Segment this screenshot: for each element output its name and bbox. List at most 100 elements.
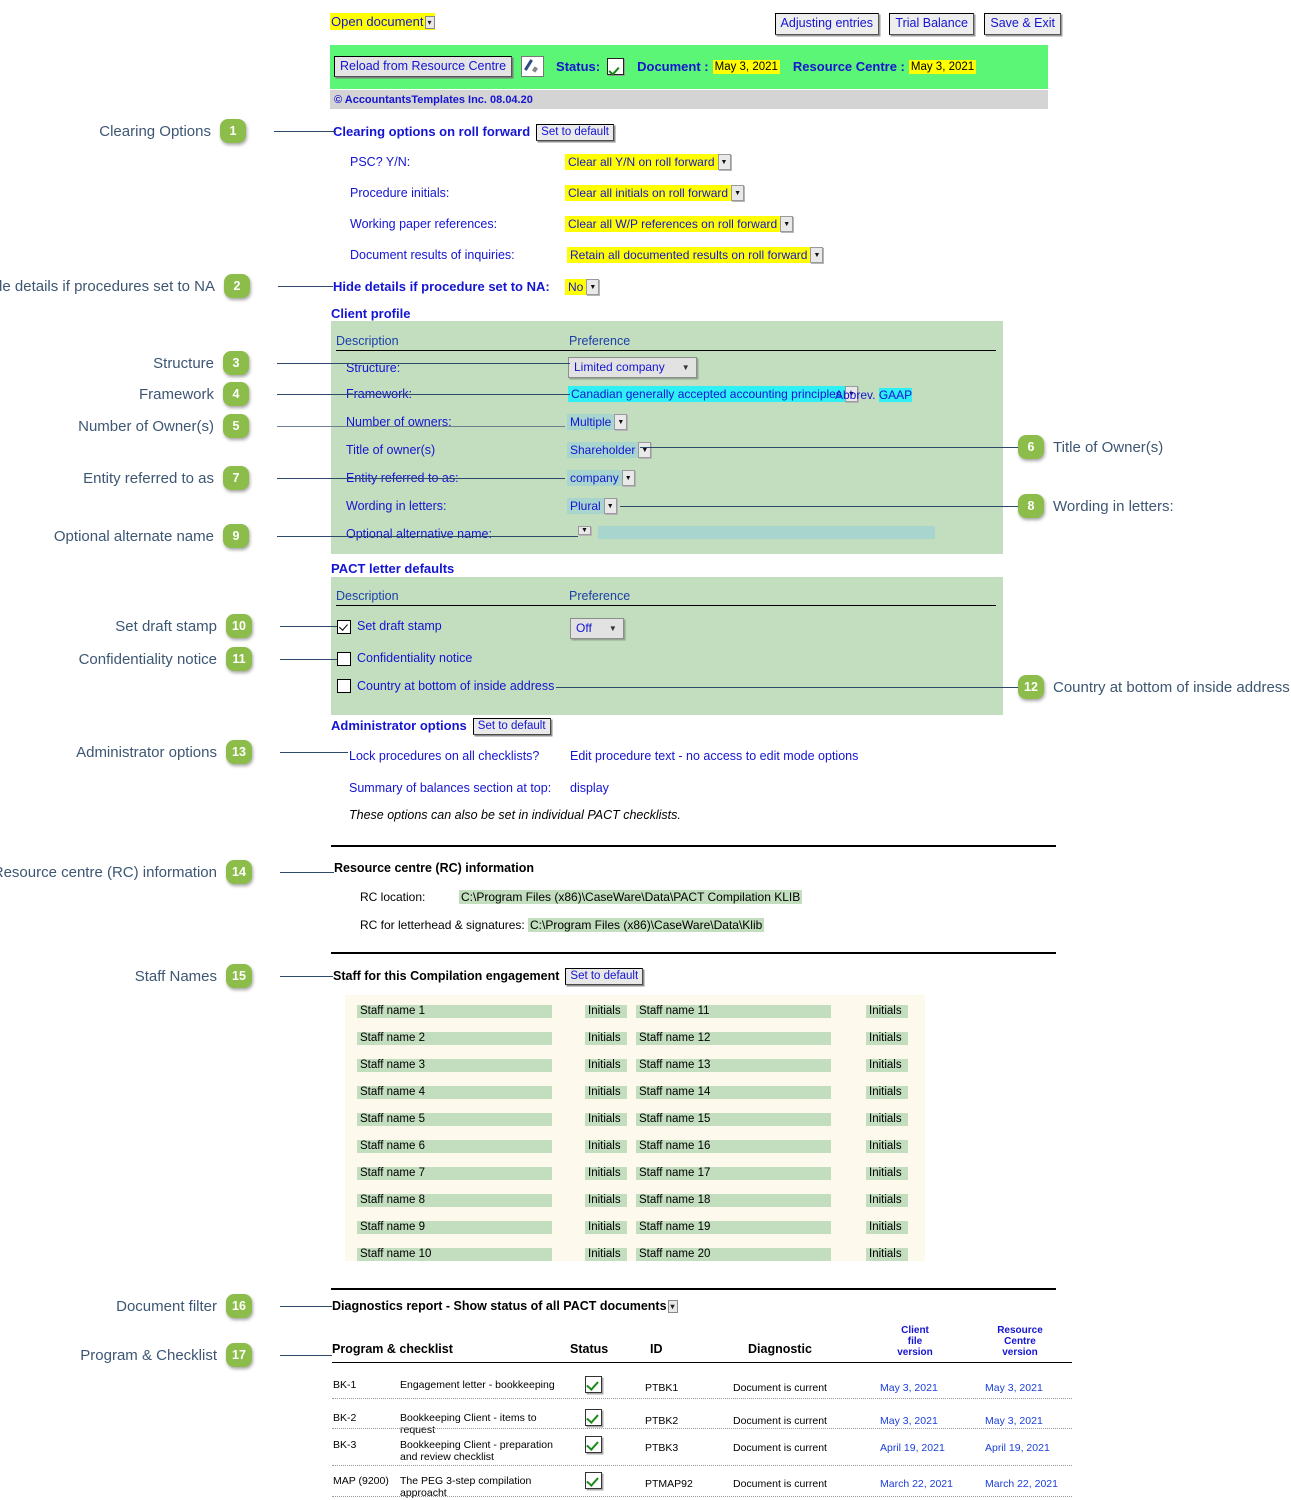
chevron-down-icon[interactable]: ▼ — [578, 526, 591, 535]
staff-initials-input[interactable]: Initials — [866, 1032, 908, 1045]
staff-initials-input[interactable]: Initials — [866, 1248, 908, 1261]
diagnostic-rc-version[interactable]: May 3, 2021 — [985, 1415, 1043, 1427]
diagnostic-client-version[interactable]: April 19, 2021 — [880, 1442, 945, 1454]
save-exit-button[interactable]: Save & Exit — [984, 13, 1061, 35]
chevron-down-icon[interactable]: ▼ — [780, 216, 794, 232]
title-of-owners-dropdown[interactable]: Shareholder ▼ — [567, 442, 652, 458]
status-checkbox[interactable] — [607, 58, 625, 75]
diagnostic-status-checkbox[interactable] — [585, 1376, 602, 1393]
diagnostic-rc-version[interactable]: March 22, 2021 — [985, 1478, 1058, 1490]
staff-name-input[interactable]: Staff name 3 — [357, 1059, 552, 1072]
staff-name-input[interactable]: Staff name 11 — [636, 1005, 831, 1018]
administrator-set-to-default-button[interactable]: Set to default — [472, 718, 551, 735]
staff-initials-input[interactable]: Initials — [585, 1059, 627, 1072]
country-at-bottom-checkbox[interactable] — [337, 679, 351, 693]
chevron-down-icon[interactable]: ▾ — [424, 16, 435, 30]
chevron-down-icon[interactable]: ▼ — [606, 619, 620, 638]
staff-name-input[interactable]: Staff name 4 — [357, 1086, 552, 1099]
hide-details-dropdown[interactable]: No ▼ — [565, 279, 600, 295]
set-draft-stamp-checkbox[interactable] — [337, 620, 351, 634]
staff-name-input[interactable]: Staff name 7 — [357, 1167, 552, 1180]
chevron-down-icon[interactable]: ▼ — [717, 154, 731, 170]
psc-yn-dropdown[interactable]: Clear all Y/N on roll forward ▼ — [565, 154, 731, 170]
staff-initials-input[interactable]: Initials — [585, 1248, 627, 1261]
staff-name-input[interactable]: Staff name 20 — [636, 1248, 831, 1261]
chevron-down-icon[interactable]: ▼ — [586, 279, 600, 295]
chevron-down-icon[interactable]: ▼ — [603, 498, 617, 514]
staff-initials-input[interactable]: Initials — [585, 1194, 627, 1207]
structure-dropdown[interactable]: Limited company ▼ — [568, 357, 697, 378]
staff-name-input[interactable]: Staff name 14 — [636, 1086, 831, 1099]
summary-of-balances-value[interactable]: display — [570, 781, 609, 795]
reload-from-resource-centre-button[interactable]: Reload from Resource Centre — [334, 56, 513, 77]
staff-name-input[interactable]: Staff name 15 — [636, 1113, 831, 1126]
diagnostic-client-version[interactable]: May 3, 2021 — [880, 1415, 938, 1427]
staff-name-input[interactable]: Staff name 9 — [357, 1221, 552, 1234]
chevron-down-icon[interactable]: ▼ — [638, 442, 652, 458]
clearing-set-to-default-button[interactable]: Set to default — [536, 124, 614, 141]
open-document-dropdown[interactable]: Open document ▾ — [330, 13, 435, 31]
chevron-down-icon[interactable]: ▼ — [621, 470, 635, 486]
trial-balance-button[interactable]: Trial Balance — [889, 13, 974, 35]
staff-name-input[interactable]: Staff name 8 — [357, 1194, 552, 1207]
diagnostic-rc-version[interactable]: April 19, 2021 — [985, 1442, 1050, 1454]
staff-initials-input[interactable]: Initials — [866, 1221, 908, 1234]
chevron-down-icon[interactable]: ▼ — [614, 414, 628, 430]
diagnostic-client-version[interactable]: May 3, 2021 — [880, 1382, 938, 1394]
staff-initials-input[interactable]: Initials — [866, 1086, 908, 1099]
staff-set-to-default-button[interactable]: Set to default — [565, 968, 644, 985]
wording-in-letters-dropdown[interactable]: Plural ▼ — [567, 498, 617, 514]
structure-value: Limited company — [574, 360, 665, 374]
staff-initials-input[interactable]: Initials — [585, 1032, 627, 1045]
staff-name-input[interactable]: Staff name 12 — [636, 1032, 831, 1045]
optional-alternative-name-input[interactable] — [598, 526, 935, 539]
diagnostic-status-checkbox[interactable] — [585, 1436, 602, 1453]
staff-initials-input[interactable]: Initials — [866, 1005, 908, 1018]
confidentiality-notice-checkbox[interactable] — [337, 652, 351, 666]
framework-dropdown[interactable]: Canadian generally accepted accounting p… — [568, 386, 858, 402]
staff-initials-input[interactable]: Initials — [585, 1113, 627, 1126]
staff-initials-input[interactable]: Initials — [585, 1167, 627, 1180]
brush-icon[interactable] — [521, 56, 545, 77]
rc-location-value[interactable]: C:\Program Files (x86)\CaseWare\Data\PAC… — [459, 890, 803, 904]
staff-initials-input[interactable]: Initials — [866, 1194, 908, 1207]
annotation-callout-5: Number of Owner(s) 5 — [78, 414, 249, 438]
staff-initials-input[interactable]: Initials — [866, 1113, 908, 1126]
staff-name-input[interactable]: Staff name 19 — [636, 1221, 831, 1234]
staff-initials-input[interactable]: Initials — [866, 1059, 908, 1072]
entity-referred-to-as-dropdown[interactable]: company ▼ — [567, 470, 635, 486]
staff-initials-input[interactable]: Initials — [866, 1167, 908, 1180]
staff-initials-input[interactable]: Initials — [585, 1140, 627, 1153]
optional-alternative-name-dropdown[interactable]: ▼ — [578, 526, 591, 535]
staff-name-input[interactable]: Staff name 5 — [357, 1113, 552, 1126]
staff-name-input[interactable]: Staff name 16 — [636, 1140, 831, 1153]
set-draft-stamp-dropdown[interactable]: Off ▼ — [570, 618, 624, 639]
staff-initials-input[interactable]: Initials — [585, 1005, 627, 1018]
diagnostic-rc-version[interactable]: May 3, 2021 — [985, 1382, 1043, 1394]
rc-letterhead-value[interactable]: C:\Program Files (x86)\CaseWare\Data\Kli… — [528, 918, 765, 932]
adjusting-entries-button[interactable]: Adjusting entries — [774, 13, 879, 35]
working-paper-references-dropdown[interactable]: Clear all W/P references on roll forward… — [565, 216, 794, 232]
diagnostic-status-checkbox[interactable] — [585, 1472, 602, 1489]
staff-name-input[interactable]: Staff name 2 — [357, 1032, 552, 1045]
staff-name-input[interactable]: Staff name 18 — [636, 1194, 831, 1207]
staff-initials-input[interactable]: Initials — [585, 1086, 627, 1099]
staff-name-input[interactable]: Staff name 10 — [357, 1248, 552, 1261]
number-of-owners-dropdown[interactable]: Multiple ▼ — [567, 414, 628, 430]
staff-name-input[interactable]: Staff name 6 — [357, 1140, 552, 1153]
chevron-down-icon[interactable]: ▼ — [679, 358, 693, 377]
chevron-down-icon[interactable]: ▼ — [731, 185, 745, 201]
diagnostic-client-version[interactable]: March 22, 2021 — [880, 1478, 953, 1490]
staff-name-input[interactable]: Staff name 17 — [636, 1167, 831, 1180]
staff-initials-input[interactable]: Initials — [866, 1140, 908, 1153]
procedure-initials-dropdown[interactable]: Clear all initials on roll forward ▼ — [565, 185, 745, 201]
chevron-down-icon[interactable]: ▼ — [810, 247, 824, 263]
staff-name-input[interactable]: Staff name 13 — [636, 1059, 831, 1072]
staff-initials-input[interactable]: Initials — [585, 1221, 627, 1234]
diagnostic-status-checkbox[interactable] — [585, 1409, 602, 1426]
staff-name-input[interactable]: Staff name 1 — [357, 1005, 552, 1018]
document-results-dropdown[interactable]: Retain all documented results on roll fo… — [567, 247, 824, 263]
annotation-badge: 3 — [223, 351, 249, 375]
chevron-down-icon[interactable]: ▾ — [667, 1300, 678, 1314]
lock-procedures-value[interactable]: Edit procedure text - no access to edit … — [570, 749, 858, 763]
